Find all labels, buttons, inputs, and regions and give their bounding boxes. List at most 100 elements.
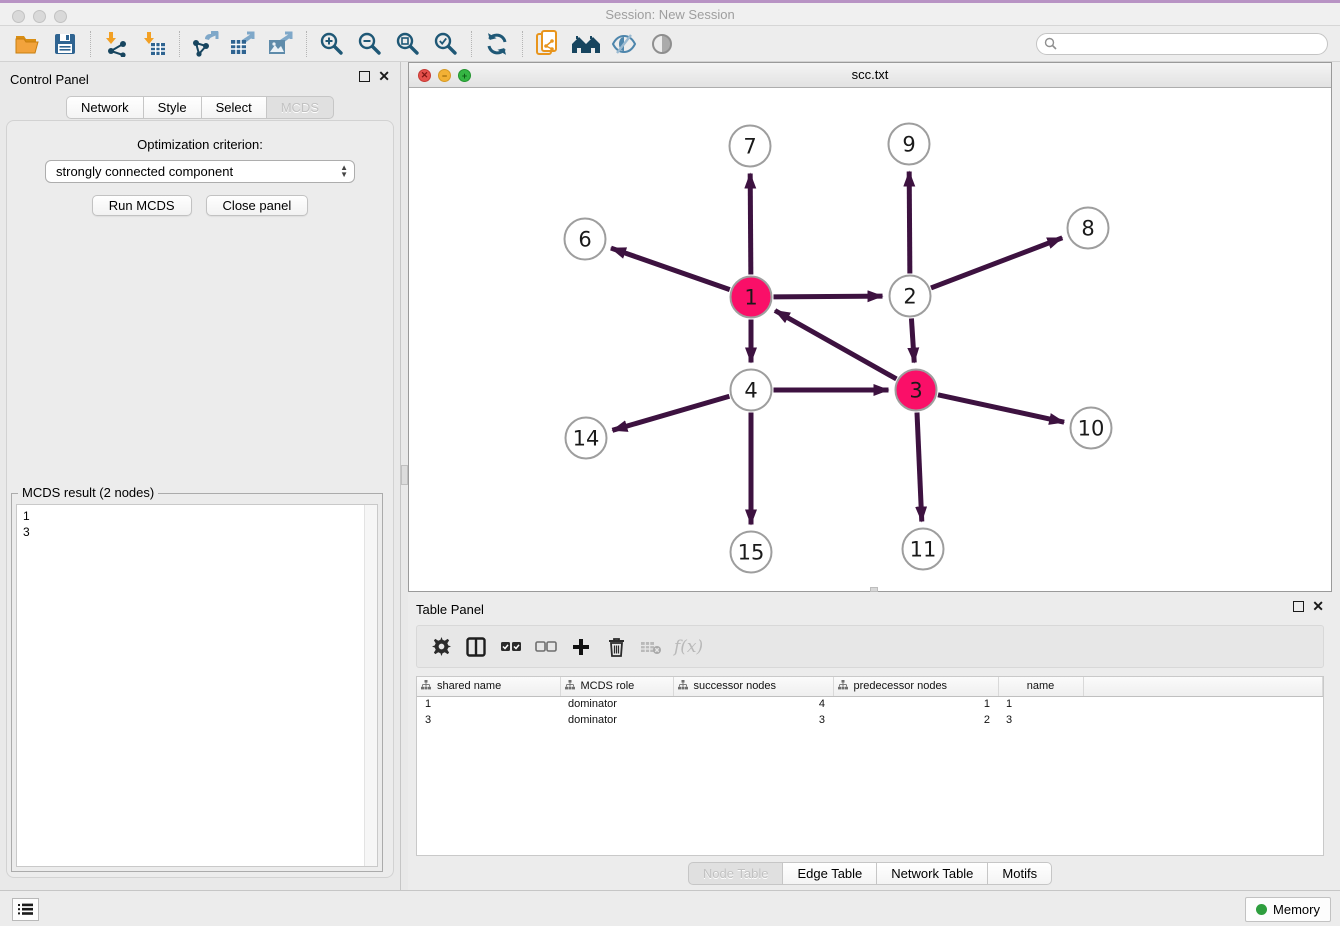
tab-motifs[interactable]: Motifs — [987, 862, 1052, 885]
network-resize-grip[interactable] — [870, 587, 878, 592]
graph-edge[interactable] — [909, 171, 910, 273]
delete-column-icon[interactable] — [604, 635, 628, 659]
graph-edge[interactable] — [750, 173, 751, 274]
panel-splitter[interactable] — [400, 62, 408, 890]
import-network-icon[interactable] — [99, 29, 133, 59]
graph-edge[interactable] — [938, 395, 1064, 422]
graph-node-7[interactable]: 7 — [729, 125, 772, 168]
graph-edge[interactable] — [775, 311, 896, 379]
save-session-icon[interactable] — [48, 29, 82, 59]
show-columns-icon[interactable] — [464, 635, 488, 659]
delete-table-icon[interactable] — [639, 635, 663, 659]
cell-successor-nodes[interactable]: 3 — [673, 712, 833, 728]
cell-successor-nodes[interactable]: 4 — [673, 696, 833, 712]
table-tabs: Node Table Edge Table Network Table Moti… — [408, 862, 1332, 885]
tab-edge-table[interactable]: Edge Table — [782, 862, 876, 885]
column-label: successor nodes — [694, 680, 777, 692]
table-header-row: shared name MCDS role successor nodes pr… — [417, 677, 1323, 696]
graph-node-15[interactable]: 15 — [730, 531, 773, 574]
deselect-all-columns-icon[interactable] — [534, 635, 558, 659]
table-settings-gear-icon[interactable] — [429, 635, 453, 659]
export-image-icon[interactable] — [264, 29, 298, 59]
cell-mcds-role[interactable]: dominator — [560, 696, 673, 712]
zoom-selected-icon[interactable] — [429, 29, 463, 59]
graph-node-3[interactable]: 3 — [895, 369, 938, 412]
col-filler — [1083, 677, 1323, 696]
open-session-icon[interactable] — [10, 29, 44, 59]
network-window-titlebar[interactable]: ✕ − + scc.txt — [409, 63, 1331, 88]
tab-network-table[interactable]: Network Table — [876, 862, 987, 885]
close-panel-button[interactable]: Close panel — [206, 195, 309, 216]
close-panel-icon[interactable]: ✕ — [378, 71, 390, 82]
run-mcds-button[interactable]: Run MCDS — [92, 195, 192, 216]
graph-node-2[interactable]: 2 — [889, 275, 932, 318]
search-input[interactable] — [1036, 33, 1328, 55]
control-panel: Control Panel ✕ Network Style Select MCD… — [0, 62, 400, 890]
graph-node-4[interactable]: 4 — [730, 369, 773, 412]
cell-shared-name[interactable]: 3 — [417, 712, 560, 728]
select-all-columns-icon[interactable] — [499, 635, 523, 659]
graph-node-8[interactable]: 8 — [1067, 207, 1110, 250]
tab-select[interactable]: Select — [201, 96, 266, 119]
cell-shared-name[interactable]: 1 — [417, 696, 560, 712]
clone-network-icon[interactable] — [531, 29, 565, 59]
float-table-panel-icon[interactable] — [1293, 601, 1304, 612]
table-row[interactable]: 1 dominator 4 1 1 — [417, 696, 1323, 712]
col-mcds-role[interactable]: MCDS role — [560, 677, 673, 696]
network-window-title: scc.txt — [409, 67, 1331, 82]
home-icon[interactable] — [569, 29, 603, 59]
splitter-grip[interactable] — [401, 465, 408, 485]
cell-name[interactable]: 1 — [998, 696, 1083, 712]
cell-name[interactable]: 3 — [998, 712, 1083, 728]
column-label: name — [1027, 680, 1055, 692]
float-panel-icon[interactable] — [359, 71, 370, 82]
col-predecessor-nodes[interactable]: predecessor nodes — [833, 677, 998, 696]
criterion-select[interactable]: strongly connected component — [45, 160, 355, 183]
refresh-layout-icon[interactable] — [480, 29, 514, 59]
col-shared-name[interactable]: shared name — [417, 677, 560, 696]
function-builder-icon[interactable]: f(x) — [674, 635, 703, 659]
graph-edge[interactable] — [911, 318, 914, 362]
graph-edge[interactable] — [612, 396, 729, 430]
toolbar-separator — [306, 31, 307, 57]
cell-mcds-role[interactable]: dominator — [560, 712, 673, 728]
col-name[interactable]: name — [998, 677, 1083, 696]
import-table-icon[interactable] — [137, 29, 171, 59]
tab-style[interactable]: Style — [143, 96, 201, 119]
result-scrollbar[interactable] — [364, 505, 377, 866]
memory-button[interactable]: Memory — [1245, 897, 1331, 922]
zoom-fit-icon[interactable] — [391, 29, 425, 59]
graph-node-6[interactable]: 6 — [564, 218, 607, 261]
list-icon — [18, 903, 33, 916]
zoom-in-icon[interactable] — [315, 29, 349, 59]
network-view-window: ✕ − + scc.txt 7 9 6 8 1 2 4 3 14 10 15 11 — [408, 62, 1332, 592]
tab-mcds[interactable]: MCDS — [266, 96, 334, 119]
graph-node-9[interactable]: 9 — [888, 123, 931, 166]
graph-edge[interactable] — [773, 296, 882, 297]
table-row[interactable]: 3 dominator 3 2 3 — [417, 712, 1323, 728]
close-table-panel-icon[interactable]: ✕ — [1312, 601, 1324, 612]
cell-predecessor-nodes[interactable]: 1 — [833, 696, 998, 712]
graph-edge[interactable] — [931, 238, 1062, 288]
network-canvas[interactable]: 7 9 6 8 1 2 4 3 14 10 15 11 — [409, 88, 1331, 591]
tab-node-table[interactable]: Node Table — [688, 862, 783, 885]
col-successor-nodes[interactable]: successor nodes — [673, 677, 833, 696]
add-column-icon[interactable] — [569, 635, 593, 659]
graph-node-10[interactable]: 10 — [1070, 407, 1113, 450]
show-details-eye-icon[interactable] — [645, 29, 679, 59]
export-table-icon[interactable] — [226, 29, 260, 59]
table-panel-title: Table Panel — [416, 602, 484, 617]
graph-node-14[interactable]: 14 — [565, 417, 608, 460]
mcds-result-text[interactable]: 1 3 — [16, 504, 378, 867]
column-label: shared name — [437, 680, 501, 692]
tab-network[interactable]: Network — [66, 96, 143, 119]
task-history-button[interactable] — [12, 898, 39, 921]
graph-edge[interactable] — [917, 412, 922, 521]
hide-details-eye-icon[interactable] — [607, 29, 641, 59]
graph-edge[interactable] — [611, 248, 730, 290]
graph-node-1[interactable]: 1 — [730, 276, 773, 319]
graph-node-11[interactable]: 11 — [902, 528, 945, 571]
cell-predecessor-nodes[interactable]: 2 — [833, 712, 998, 728]
zoom-out-icon[interactable] — [353, 29, 387, 59]
export-network-icon[interactable] — [188, 29, 222, 59]
